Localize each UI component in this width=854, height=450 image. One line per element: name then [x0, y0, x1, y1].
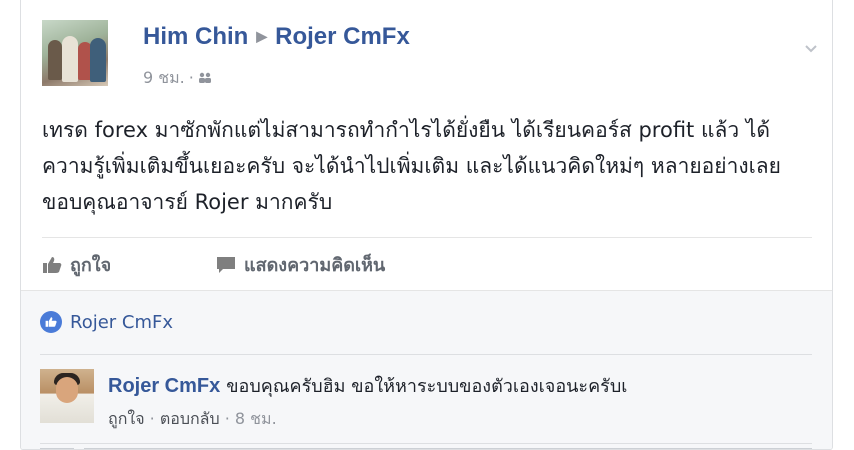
reaction-summary[interactable]: Rojer CmFx — [40, 311, 173, 333]
chevron-down-icon[interactable] — [804, 42, 818, 56]
liker-name[interactable]: Rojer CmFx — [70, 312, 173, 333]
comment-text: ขอบคุณครับฮิม ขอให้หาระบบของตัวเองเจอนะค… — [226, 376, 628, 397]
comment-author[interactable]: Rojer CmFx — [108, 375, 220, 397]
author-avatar[interactable] — [42, 20, 108, 86]
author-name[interactable]: Him Chin — [143, 23, 248, 50]
post-body: เทรด forex มาซักพักแต่ไม่สามารถทำกำไรได้… — [42, 118, 781, 214]
friends-icon[interactable] — [198, 72, 212, 84]
comment-icon — [217, 256, 235, 273]
comment-actions: ถูกใจ · ตอบกลับ · 8 ชม. — [108, 409, 277, 428]
post-header: Him Chin ▶ Rojer CmFx 9 ชม. · — [42, 20, 832, 90]
comments-section: Rojer CmFx Rojer CmFx ขอบคุณครับฮิม ขอให้… — [21, 290, 832, 449]
thumbs-up-icon — [43, 256, 62, 273]
commenter-avatar[interactable] — [40, 369, 94, 423]
post-meta: 9 ชม. · — [143, 66, 212, 91]
post-timestamp[interactable]: 9 ชม. — [143, 68, 185, 87]
post-author-line: Him Chin ▶ Rojer CmFx — [143, 23, 410, 51]
comment-button[interactable]: แสดงความคิดเห็น — [216, 250, 385, 279]
like-button[interactable]: ถูกใจ — [42, 250, 111, 279]
actions-divider — [42, 237, 812, 238]
comment-timestamp[interactable]: 8 ชม. — [235, 409, 277, 428]
comments-divider — [40, 354, 812, 355]
comment-body: Rojer CmFx ขอบคุณครับฮิม ขอให้หาระบบของตั… — [108, 371, 627, 400]
comment-like-link[interactable]: ถูกใจ — [108, 409, 145, 428]
comment-reply-link[interactable]: ตอบกลับ — [160, 409, 220, 428]
like-label: ถูกใจ — [70, 255, 112, 276]
target-name[interactable]: Rojer CmFx — [275, 23, 410, 50]
post-card: Him Chin ▶ Rojer CmFx 9 ชม. · เทรด forex มา… — [20, 0, 833, 450]
share-arrow-icon: ▶ — [256, 28, 268, 44]
comment-label: แสดงความคิดเห็น — [244, 255, 386, 276]
like-badge-icon — [40, 311, 62, 333]
